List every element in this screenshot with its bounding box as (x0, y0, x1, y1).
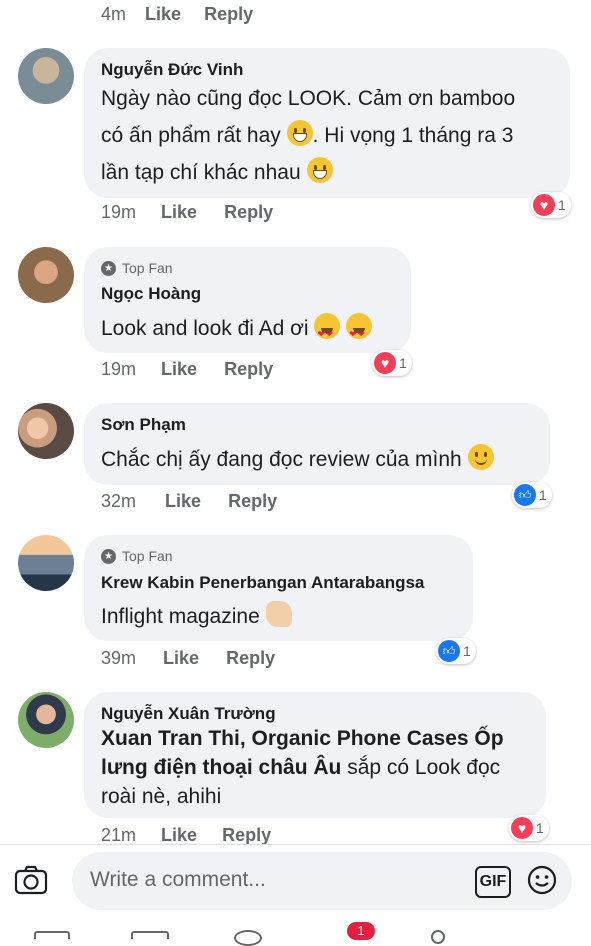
camera-icon[interactable] (14, 865, 48, 895)
reply-link[interactable]: Reply (224, 359, 273, 379)
avatar[interactable] (18, 247, 74, 303)
comment-meta-top: 4m Like Reply (101, 4, 253, 25)
comment-line-text: sắp có Look đọc (341, 756, 501, 779)
clapping-hands-emoji-icon (265, 601, 292, 627)
comment-author[interactable]: Nguyễn Đức Vinh (101, 60, 243, 80)
reaction-count: 1 (399, 355, 407, 371)
reaction-count: 1 (536, 820, 544, 836)
comment-meta: 21m Like Reply (101, 825, 271, 846)
top-fan-badge: ★ Top Fan (101, 260, 173, 276)
reply-link[interactable]: Reply (204, 4, 253, 24)
avatar[interactable] (18, 692, 74, 748)
comment-author[interactable]: Nguyễn Xuân Trường (101, 704, 276, 724)
comment-meta: 19m Like Reply (101, 359, 273, 380)
heart-eyes-emoji-icon (346, 313, 373, 353)
top-fan-badge: ★ Top Fan (101, 548, 173, 564)
comment-line: lưng điện thoại châu Âu sắp có Look đọc (101, 753, 541, 782)
reaction-summary[interactable]: ♥ 1 (509, 815, 549, 841)
star-icon: ★ (101, 548, 116, 564)
grinning-emoji-icon (306, 157, 333, 183)
comment-text: Xuan Tran Thi, Organic Phone Cases Ốp lư… (101, 724, 541, 811)
comment-line: có ấn phẩm rất hay . Hi vọng 1 tháng ra … (101, 117, 571, 154)
heart-eyes-emoji-icon (314, 313, 341, 353)
comment-bubble[interactable]: Sơn Phạm Chắc chị ấy đang đọc review của… (84, 403, 550, 485)
divider (0, 844, 591, 845)
notification-badge: 1 (347, 922, 375, 940)
reaction-count: 1 (558, 197, 566, 213)
gif-label: GIF (479, 873, 507, 890)
comment-line: roài nè, ahihi (101, 785, 222, 808)
comment-meta: 39m Like Reply (101, 648, 275, 669)
bottom-tab-bar: 1 (0, 920, 591, 946)
like-link[interactable]: Like (161, 359, 197, 379)
comment-author[interactable]: Krew Kabin Penerbangan Antarabangsa (101, 573, 424, 593)
heart-reaction-icon: ♥ (533, 194, 555, 216)
heart-reaction-icon: ♥ (511, 817, 533, 839)
avatar[interactable] (18, 403, 74, 459)
comment-meta: 19m Like Reply (101, 202, 273, 223)
smiling-emoji-icon (467, 444, 494, 470)
like-link[interactable]: Like (145, 4, 181, 24)
tab-icon[interactable] (234, 930, 262, 946)
reaction-summary[interactable]: ♥ 1 (372, 350, 412, 376)
reply-link[interactable]: Reply (222, 825, 271, 845)
comment-time: 39m (101, 648, 137, 668)
badge-label: Top Fan (122, 260, 173, 276)
like-link[interactable]: Like (165, 491, 201, 511)
comment-bubble[interactable]: Nguyễn Đức Vinh Ngày nào cũng đọc LOOK. … (84, 48, 570, 198)
reaction-summary[interactable]: ♥ 1 (531, 192, 571, 218)
comment-line-text: . Hi vọng 1 tháng ra 3 (312, 124, 514, 147)
comment-author[interactable]: Sơn Phạm (101, 415, 186, 435)
comment-input[interactable]: Write a comment... GIF (72, 852, 572, 910)
reaction-count: 1 (539, 487, 547, 503)
comment-time: 4m (101, 4, 127, 24)
comment-author[interactable]: Ngọc Hoàng (101, 284, 201, 304)
comment-bubble[interactable]: Nguyễn Xuân Trường Xuan Tran Thi, Organi… (84, 692, 546, 818)
reaction-count: 1 (463, 643, 471, 659)
tab-icon[interactable] (131, 931, 169, 939)
gif-button[interactable]: GIF (475, 866, 511, 898)
comment-bubble[interactable]: ★ Top Fan Ngọc Hoàng Look and look đi Ad… (84, 247, 411, 353)
reply-link[interactable]: Reply (224, 202, 273, 222)
like-link[interactable]: Like (161, 202, 197, 222)
comment-line-text: lần tạp chí khác nhau (101, 161, 301, 184)
avatar[interactable] (18, 535, 74, 591)
comment-line: lần tạp chí khác nhau (101, 154, 571, 191)
reaction-summary[interactable]: 👍︎ 1 (436, 638, 476, 664)
like-link[interactable]: Like (163, 648, 199, 668)
comment-time: 19m (101, 359, 137, 379)
tab-icon[interactable] (34, 931, 70, 939)
reaction-summary[interactable]: 👍︎ 1 (512, 482, 552, 508)
like-link[interactable]: Like (161, 825, 197, 845)
comment-bubble[interactable]: ★ Top Fan Krew Kabin Penerbangan Antarab… (84, 535, 473, 641)
comment-meta: 32m Like Reply (101, 491, 277, 512)
emoji-picker-icon[interactable] (527, 865, 557, 895)
comment-time: 32m (101, 491, 137, 511)
comment-line-text: Inflight magazine (101, 605, 260, 628)
reply-link[interactable]: Reply (228, 491, 277, 511)
comment-line-text: Look and look đi Ad ơi (101, 317, 309, 340)
comment-text: Chắc chị ấy đang đọc review của mình (101, 441, 494, 478)
comment-line: Ngày nào cũng đọc LOOK. Cảm ơn bamboo (101, 87, 516, 110)
comment-text: Look and look đi Ad ơi (101, 310, 373, 353)
comment-input-placeholder: Write a comment... (90, 868, 266, 891)
heart-reaction-icon: ♥ (374, 352, 396, 374)
comment-line-text: Chắc chị ấy đang đọc review của mình (101, 448, 462, 471)
comment-line-text: có ấn phẩm rất hay (101, 124, 281, 147)
comment-time: 19m (101, 202, 137, 222)
avatar[interactable] (18, 48, 74, 104)
comment-time: 21m (101, 825, 137, 845)
reply-link[interactable]: Reply (226, 648, 275, 668)
tab-icon[interactable] (431, 930, 445, 944)
mention[interactable]: Xuan Tran Thi, Organic Phone Cases Ốp (101, 724, 541, 753)
comment-text: Inflight magazine (101, 598, 292, 635)
grinning-emoji-icon (286, 120, 313, 146)
mention[interactable]: lưng điện thoại châu Âu (101, 756, 341, 779)
badge-label: Top Fan (122, 548, 173, 564)
comment-text: Ngày nào cũng đọc LOOK. Cảm ơn bamboo có… (101, 80, 571, 191)
thumbs-up-reaction-icon: 👍︎ (438, 640, 460, 662)
thumbs-up-reaction-icon: 👍︎ (514, 484, 536, 506)
star-icon: ★ (101, 260, 116, 276)
